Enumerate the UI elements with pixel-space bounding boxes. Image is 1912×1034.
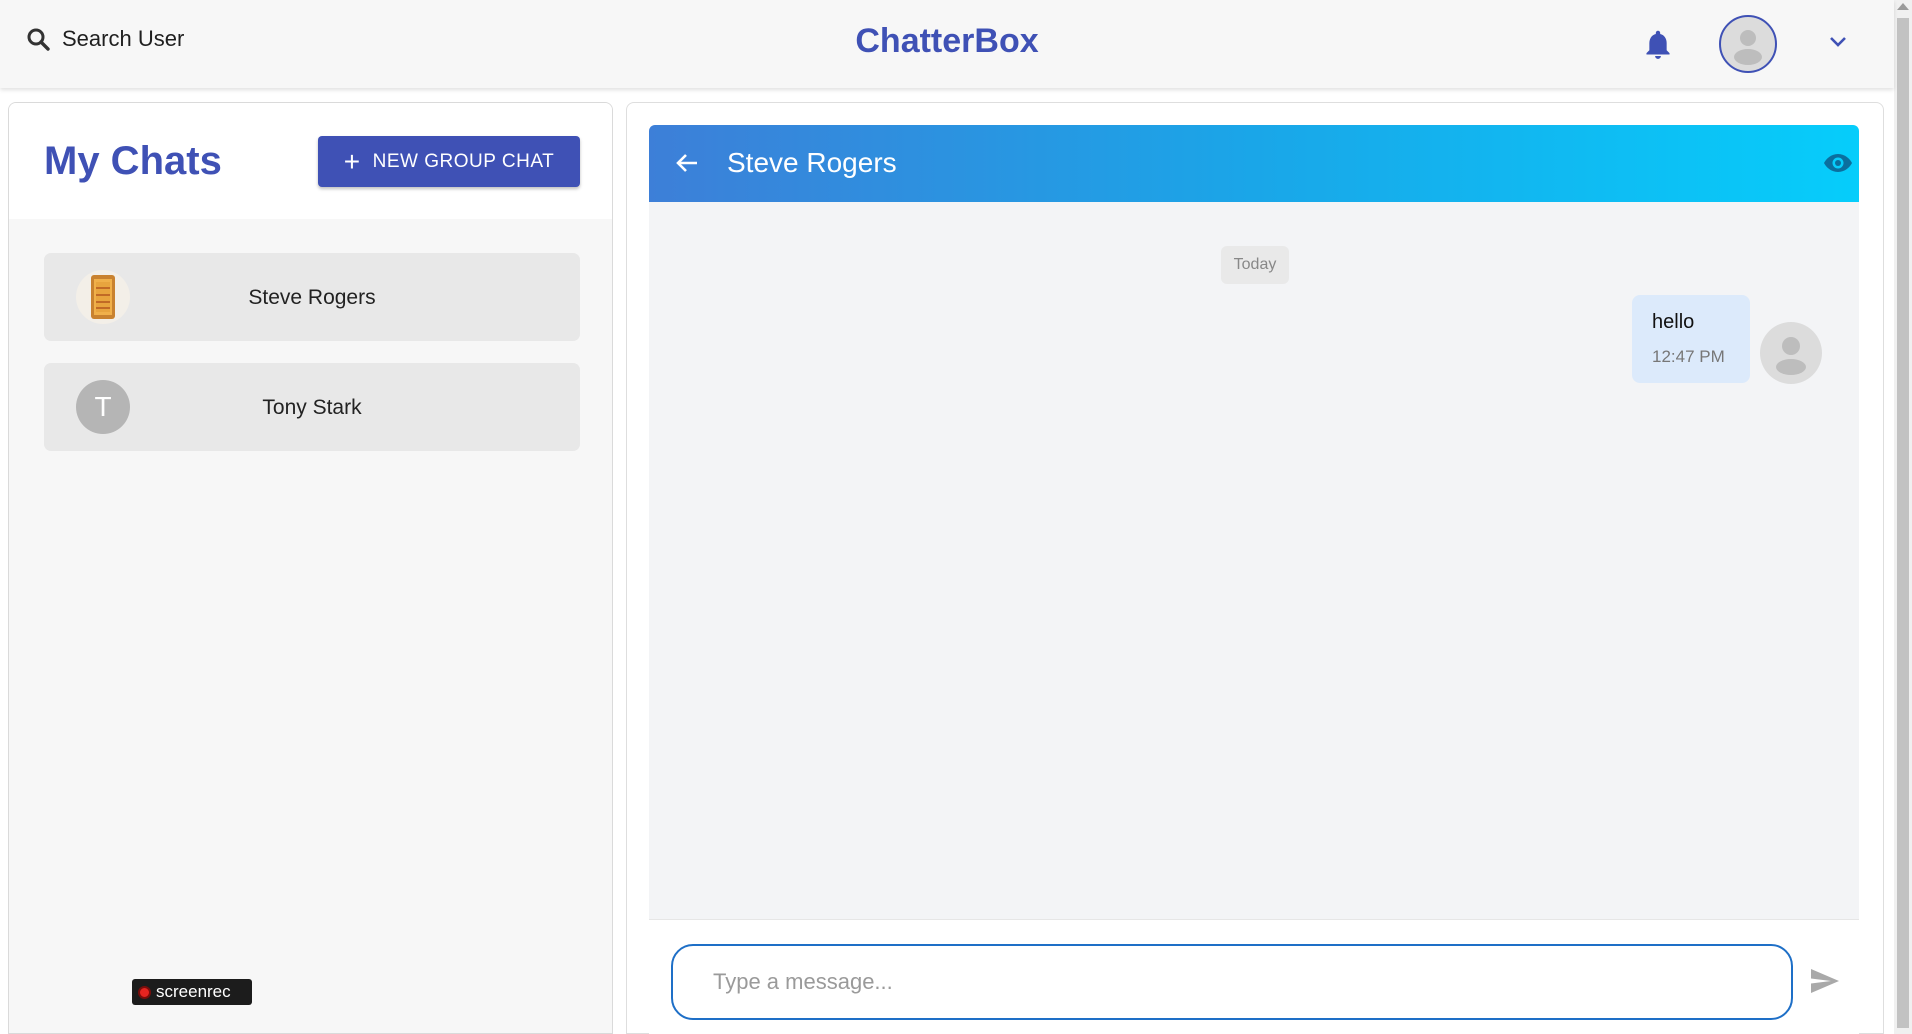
scroll-up-icon[interactable] bbox=[1897, 3, 1909, 10]
notifications-button[interactable] bbox=[1644, 30, 1672, 65]
message-composer bbox=[649, 919, 1859, 1034]
chat-item-steve-rogers[interactable]: Steve Rogers bbox=[44, 253, 580, 341]
message-time: 12:47 PM bbox=[1652, 347, 1725, 366]
chat-name: Tony Stark bbox=[262, 396, 362, 419]
message-text: hello bbox=[1652, 311, 1695, 333]
back-arrow-icon bbox=[676, 154, 697, 172]
view-profile-button[interactable] bbox=[1823, 152, 1853, 179]
eye-icon bbox=[1824, 154, 1852, 172]
user-avatar-button[interactable] bbox=[1719, 15, 1777, 73]
page-scrollbar[interactable] bbox=[1894, 0, 1912, 1034]
new-group-chat-label: NEW GROUP CHAT bbox=[372, 150, 555, 172]
my-chats-title: My Chats bbox=[44, 139, 222, 183]
new-group-chat-button[interactable]: + NEW GROUP CHAT bbox=[318, 136, 580, 187]
record-dot-icon bbox=[138, 985, 151, 999]
plus-icon: + bbox=[343, 145, 361, 177]
chat-list: Steve Rogers T Tony Stark bbox=[44, 253, 580, 473]
conversation-header: Steve Rogers bbox=[649, 125, 1859, 202]
scroll-thumb[interactable] bbox=[1897, 18, 1909, 1028]
conversation-title: Steve Rogers bbox=[727, 147, 897, 178]
message-bubble: hello 12:47 PM bbox=[1632, 295, 1750, 383]
conversation-panel: Steve Rogers Today hello 12:47 PM bbox=[626, 102, 1884, 1034]
screenrec-watermark: screenrec bbox=[132, 979, 252, 1005]
chat-name: Steve Rogers bbox=[248, 286, 376, 309]
message-area: Today hello 12:47 PM bbox=[649, 202, 1859, 919]
search-icon bbox=[27, 28, 50, 51]
chat-item-tony-stark[interactable]: T Tony Stark bbox=[44, 363, 580, 451]
bell-icon bbox=[1646, 30, 1670, 59]
message-input[interactable] bbox=[671, 944, 1793, 1020]
screenrec-label: screenrec bbox=[156, 982, 231, 1001]
search-user-label: Search User bbox=[62, 26, 185, 51]
send-button[interactable] bbox=[1810, 968, 1840, 999]
user-avatar-icon bbox=[1734, 30, 1762, 65]
my-chats-panel: My Chats + NEW GROUP CHAT Steve Rogers T… bbox=[8, 102, 613, 1034]
profile-menu-button[interactable] bbox=[1828, 34, 1848, 53]
search-user-button[interactable]: Search User bbox=[26, 26, 184, 52]
sender-avatar bbox=[1760, 322, 1822, 384]
user-avatar-icon bbox=[1776, 337, 1806, 375]
send-icon bbox=[1811, 969, 1839, 993]
back-button[interactable] bbox=[675, 151, 699, 180]
date-divider: Today bbox=[1221, 246, 1289, 284]
my-chats-header: My Chats + NEW GROUP CHAT bbox=[9, 103, 612, 219]
chevron-down-icon bbox=[1830, 37, 1846, 47]
app-brand-title: ChatterBox bbox=[855, 22, 1039, 60]
top-app-bar: Search User ChatterBox bbox=[0, 0, 1894, 88]
